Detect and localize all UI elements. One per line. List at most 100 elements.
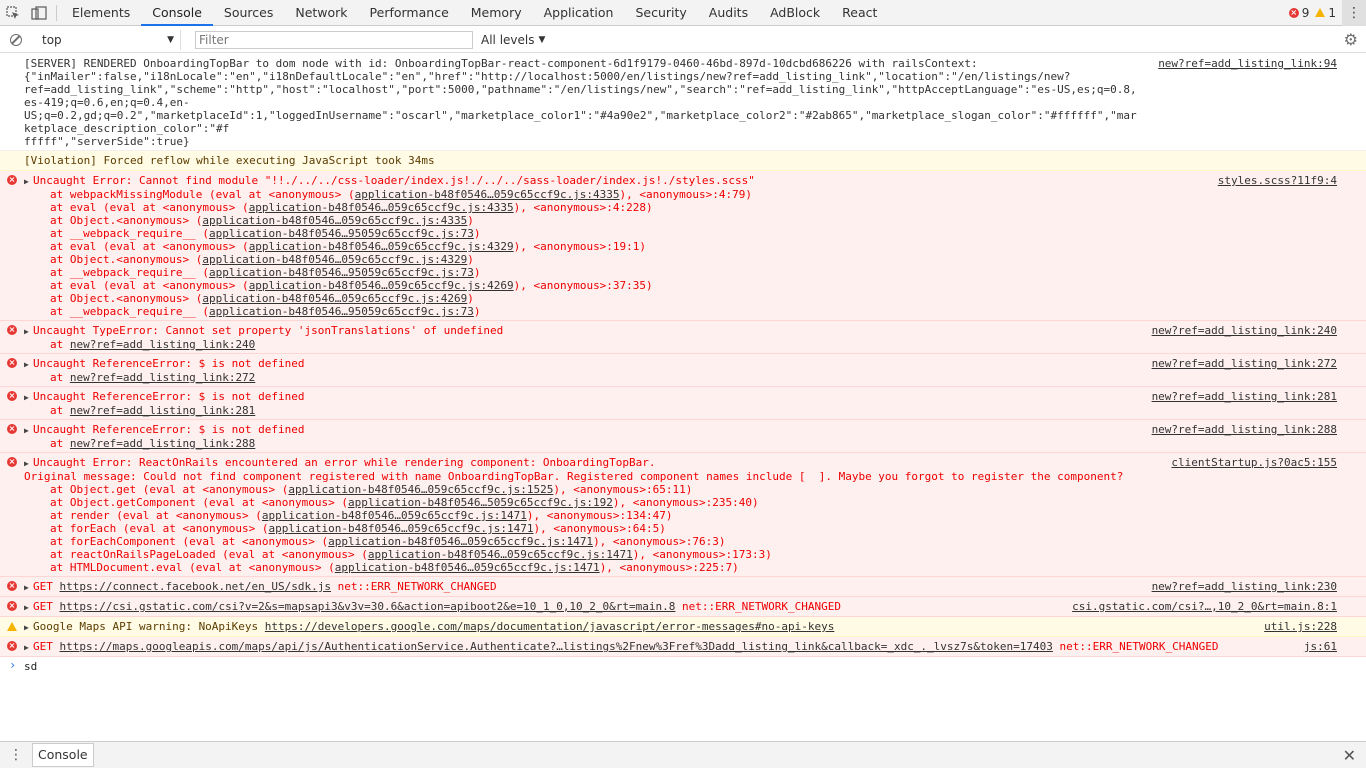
source-link[interactable]: new?ref=add_listing_link:230 bbox=[1152, 580, 1337, 593]
device-toolbar-icon[interactable] bbox=[26, 0, 52, 26]
drawer-tab-console[interactable]: Console bbox=[32, 743, 94, 767]
docs-link[interactable]: https://developers.google.com/maps/docum… bbox=[265, 620, 835, 633]
console-toolbar: top ▼ All levels ▼ ⚙ bbox=[0, 27, 1366, 53]
tab-audits[interactable]: Audits bbox=[698, 0, 759, 26]
source-link[interactable]: clientStartup.js?0ac5:155 bbox=[1171, 456, 1337, 469]
log-levels-dropdown[interactable]: All levels ▼ bbox=[481, 33, 545, 47]
tab-elements[interactable]: Elements bbox=[61, 0, 141, 26]
error-icon: × bbox=[7, 358, 17, 368]
source-link[interactable]: csi.gstatic.com/csi?…,10_2_0&rt=main.8:1 bbox=[1072, 600, 1337, 613]
frame-link[interactable]: application-b48f0546…059c65ccf9c.js:4269 bbox=[202, 292, 467, 305]
frame-link[interactable]: application-b48f0546…059c65ccf9c.js:4335 bbox=[249, 201, 514, 214]
tab-memory[interactable]: Memory bbox=[460, 0, 533, 26]
frame-prefix: at Object.<anonymous> ( bbox=[50, 214, 203, 227]
frame-link[interactable]: application-b48f0546…059c65ccf9c.js:1471 bbox=[262, 509, 527, 522]
warning-count-badge[interactable]: 1 bbox=[1315, 6, 1336, 20]
tab-security[interactable]: Security bbox=[624, 0, 697, 26]
issue-counters[interactable]: × 9 1 ⋮ bbox=[1288, 0, 1366, 26]
source-link[interactable]: js:61 bbox=[1304, 640, 1337, 653]
error-icon: × bbox=[7, 325, 17, 335]
frame-suffix: ), <anonymous>:173:3) bbox=[632, 548, 772, 561]
tab-performance[interactable]: Performance bbox=[359, 0, 460, 26]
frame-link[interactable]: application-b48f0546…059c65ccf9c.js:4329 bbox=[249, 240, 514, 253]
request-url-link[interactable]: https://csi.gstatic.com/csi?v=2&s=mapsap… bbox=[60, 600, 676, 613]
frame-link[interactable]: application-b48f0546…5059c65ccf9c.js:192 bbox=[348, 496, 613, 509]
frame-suffix: ), <anonymous>:134:47) bbox=[526, 509, 673, 522]
tab-react[interactable]: React bbox=[831, 0, 888, 26]
source-link[interactable]: new?ref=add_listing_link:272 bbox=[1152, 357, 1337, 370]
frame-link[interactable]: application-b48f0546…059c65ccf9c.js:1471 bbox=[368, 548, 633, 561]
source-link[interactable]: styles.scss?11f9:4 bbox=[1218, 174, 1337, 187]
tab-console[interactable]: Console bbox=[141, 0, 213, 26]
expand-triangle-icon[interactable]: ▶ bbox=[24, 457, 33, 470]
frame-link[interactable]: new?ref=add_listing_link:240 bbox=[70, 338, 255, 351]
frame-link[interactable]: new?ref=add_listing_link:281 bbox=[70, 404, 255, 417]
stack-frame: at forEach (eval at <anonymous> (applica… bbox=[24, 522, 1338, 535]
expand-triangle-icon[interactable]: ▶ bbox=[24, 358, 33, 371]
expand-triangle-icon[interactable]: ▶ bbox=[24, 325, 33, 338]
expand-triangle-icon[interactable]: ▶ bbox=[24, 641, 33, 654]
tab-network[interactable]: Network bbox=[284, 0, 358, 26]
frame-link[interactable]: application-b48f0546…059c65ccf9c.js:4335 bbox=[202, 214, 467, 227]
frame-link[interactable]: new?ref=add_listing_link:288 bbox=[70, 437, 255, 450]
stack-frame: at webpackMissingModule (eval at <anonym… bbox=[24, 188, 1338, 201]
frame-link[interactable]: application-b48f0546…059c65ccf9c.js:4335 bbox=[355, 188, 620, 201]
frame-prefix: at HTMLDocument.eval (eval at <anonymous… bbox=[50, 561, 335, 574]
frame-suffix: ), <anonymous>:4:79) bbox=[619, 188, 752, 201]
tab-sources[interactable]: Sources bbox=[213, 0, 284, 26]
error-count-badge[interactable]: × 9 bbox=[1288, 6, 1309, 20]
close-icon[interactable]: ✕ bbox=[1343, 746, 1356, 765]
frame-link[interactable]: application-b48f0546…059c65ccf9c.js:1471 bbox=[328, 535, 593, 548]
source-link[interactable]: new?ref=add_listing_link:281 bbox=[1152, 390, 1337, 403]
frame-link[interactable]: application-b48f0546…059c65ccf9c.js:1525 bbox=[288, 483, 553, 496]
warning-icon bbox=[7, 622, 17, 631]
frame-link[interactable]: application-b48f0546…059c65ccf9c.js:4329 bbox=[202, 253, 467, 266]
warning-message: ▶ Google Maps API warning: NoApiKeys http… bbox=[0, 617, 1366, 637]
frame-link[interactable]: new?ref=add_listing_link:272 bbox=[70, 371, 255, 384]
frame-link[interactable]: application-b48f0546…059c65ccf9c.js:1471 bbox=[335, 561, 600, 574]
frame-suffix: ) bbox=[473, 305, 481, 318]
frame-link[interactable]: application-b48f0546…95059c65ccf9c.js:73 bbox=[209, 266, 474, 279]
frame-link[interactable]: application-b48f0546…059c65ccf9c.js:4269 bbox=[249, 279, 514, 292]
error-message: × ▶ Uncaught ReferenceError: $ is not def… bbox=[0, 354, 1366, 387]
frame-suffix: ) bbox=[467, 214, 474, 227]
filter-input[interactable] bbox=[195, 30, 473, 49]
request-url-link[interactable]: https://connect.facebook.net/en_US/sdk.j… bbox=[60, 580, 332, 593]
frame-prefix: at bbox=[50, 404, 70, 417]
frame-link[interactable]: application-b48f0546…95059c65ccf9c.js:73 bbox=[209, 227, 474, 240]
source-link[interactable]: util.js:228 bbox=[1264, 620, 1337, 633]
request-method: GET bbox=[33, 580, 60, 593]
log-message: [SERVER] RENDERED OnboardingTopBar to do… bbox=[0, 54, 1366, 151]
source-link[interactable]: new?ref=add_listing_link:240 bbox=[1152, 324, 1337, 337]
more-options-icon[interactable]: ⋮ bbox=[1342, 0, 1366, 26]
expand-triangle-icon[interactable]: ▶ bbox=[24, 424, 33, 437]
inspect-element-icon[interactable] bbox=[0, 0, 26, 26]
console-messages: [SERVER] RENDERED OnboardingTopBar to do… bbox=[0, 54, 1366, 740]
error-message: × ▶ Uncaught ReferenceError: $ is not def… bbox=[0, 420, 1366, 453]
prompt-input[interactable]: sd bbox=[24, 660, 37, 673]
drawer-bar: ⋮ Console ✕ bbox=[0, 741, 1366, 768]
warning-count: 1 bbox=[1328, 5, 1336, 20]
toolbar-separator bbox=[56, 4, 57, 21]
drawer-menu-icon[interactable]: ⋮ bbox=[0, 747, 32, 763]
frame-suffix: ), <anonymous>:76:3) bbox=[593, 535, 726, 548]
gear-icon[interactable]: ⚙ bbox=[1344, 30, 1358, 49]
frame-link[interactable]: application-b48f0546…059c65ccf9c.js:1471 bbox=[269, 522, 534, 535]
stack-frame: at eval (eval at <anonymous> (applicatio… bbox=[24, 201, 1338, 214]
clear-console-icon[interactable] bbox=[10, 33, 22, 46]
expand-triangle-icon[interactable]: ▶ bbox=[24, 601, 33, 614]
expand-triangle-icon[interactable]: ▶ bbox=[24, 581, 33, 594]
context-selector[interactable]: top ▼ bbox=[35, 29, 181, 50]
expand-triangle-icon[interactable]: ▶ bbox=[24, 391, 33, 404]
prompt-chevron-icon: › bbox=[9, 658, 17, 672]
expand-triangle-icon[interactable]: ▶ bbox=[24, 175, 33, 188]
expand-triangle-icon[interactable]: ▶ bbox=[24, 621, 33, 634]
tab-application[interactable]: Application bbox=[533, 0, 625, 26]
frame-prefix: at Object.get (eval at <anonymous> ( bbox=[50, 483, 289, 496]
source-link[interactable]: new?ref=add_listing_link:94 bbox=[1158, 57, 1337, 70]
console-prompt[interactable]: › sd bbox=[0, 657, 1366, 674]
frame-link[interactable]: application-b48f0546…95059c65ccf9c.js:73 bbox=[209, 305, 474, 318]
request-url-link[interactable]: https://maps.googleapis.com/maps/api/js/… bbox=[60, 640, 1053, 653]
tab-adblock[interactable]: AdBlock bbox=[759, 0, 831, 26]
source-link[interactable]: new?ref=add_listing_link:288 bbox=[1152, 423, 1337, 436]
